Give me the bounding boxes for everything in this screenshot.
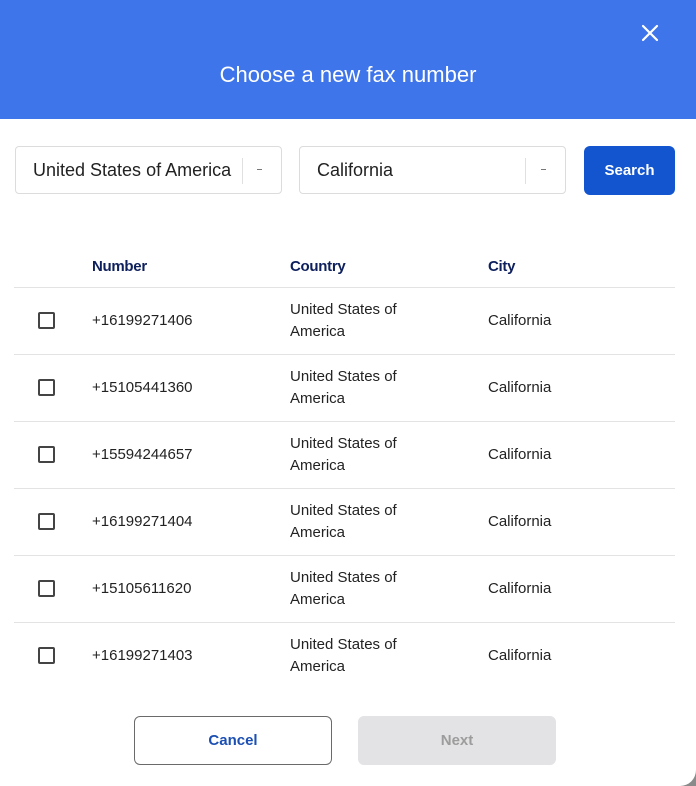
search-button[interactable]: Search bbox=[584, 146, 675, 195]
row-checkbox[interactable] bbox=[38, 513, 55, 530]
chevron-down-icon[interactable] bbox=[257, 169, 262, 170]
next-button[interactable]: Next bbox=[358, 716, 556, 765]
country-cell: United States of America bbox=[290, 502, 397, 541]
country-cell: United States of America bbox=[290, 636, 397, 675]
city-cell: California bbox=[488, 513, 552, 530]
region-select-value: California bbox=[317, 160, 394, 180]
fax-number: +15105611620 bbox=[92, 580, 192, 597]
close-button[interactable] bbox=[638, 21, 662, 45]
row-checkbox[interactable] bbox=[38, 379, 55, 396]
table-row[interactable]: +15105611620 United States of America Cali… bbox=[0, 556, 696, 623]
column-header-city: City bbox=[488, 258, 516, 275]
fax-number: +15105441360 bbox=[92, 379, 193, 396]
row-checkbox[interactable] bbox=[38, 312, 55, 329]
fax-number: +15594244657 bbox=[92, 446, 193, 463]
row-checkbox[interactable] bbox=[38, 647, 55, 664]
country-cell: United States of America bbox=[290, 569, 397, 608]
fax-number-dialog: Choose a new fax number United States of… bbox=[0, 0, 696, 786]
dialog-title: Choose a new fax number bbox=[219, 62, 477, 87]
country-select-value: United States of America bbox=[33, 160, 232, 180]
row-checkbox[interactable] bbox=[38, 446, 55, 463]
table-row[interactable]: +15594244657 United States of America Cali… bbox=[0, 422, 696, 489]
country-cell: United States of America bbox=[290, 301, 397, 340]
city-cell: California bbox=[488, 379, 552, 396]
region-select[interactable]: California bbox=[299, 146, 566, 194]
country-cell: United States of America bbox=[290, 435, 397, 474]
fax-number: +16199271403 bbox=[92, 647, 193, 664]
table-row[interactable]: +16199271406 United States of America Cali… bbox=[0, 288, 696, 355]
city-cell: California bbox=[488, 580, 552, 597]
city-cell: California bbox=[488, 647, 552, 664]
row-checkbox[interactable] bbox=[38, 580, 55, 597]
fax-number: +16199271406 bbox=[92, 312, 193, 329]
chevron-down-icon[interactable] bbox=[541, 169, 546, 170]
dialog-header: Choose a new fax number bbox=[0, 0, 696, 119]
country-select[interactable]: United States of America bbox=[15, 146, 282, 194]
table-row[interactable]: +16199271404 United States of America Cali… bbox=[0, 489, 696, 556]
country-cell: United States of America bbox=[290, 368, 397, 407]
city-cell: California bbox=[488, 446, 552, 463]
close-icon bbox=[641, 24, 659, 42]
cancel-button[interactable]: Cancel bbox=[134, 716, 332, 765]
table-row[interactable]: +16199271403 United States of America Cali… bbox=[0, 623, 696, 690]
select-divider bbox=[525, 158, 526, 184]
city-cell: California bbox=[488, 312, 552, 329]
column-header-country: Country bbox=[290, 258, 346, 275]
column-header-number: Number bbox=[92, 258, 147, 275]
table-row[interactable]: +15105441360 United States of America Cali… bbox=[0, 355, 696, 422]
select-divider bbox=[242, 158, 243, 184]
fax-number: +16199271404 bbox=[92, 513, 193, 530]
